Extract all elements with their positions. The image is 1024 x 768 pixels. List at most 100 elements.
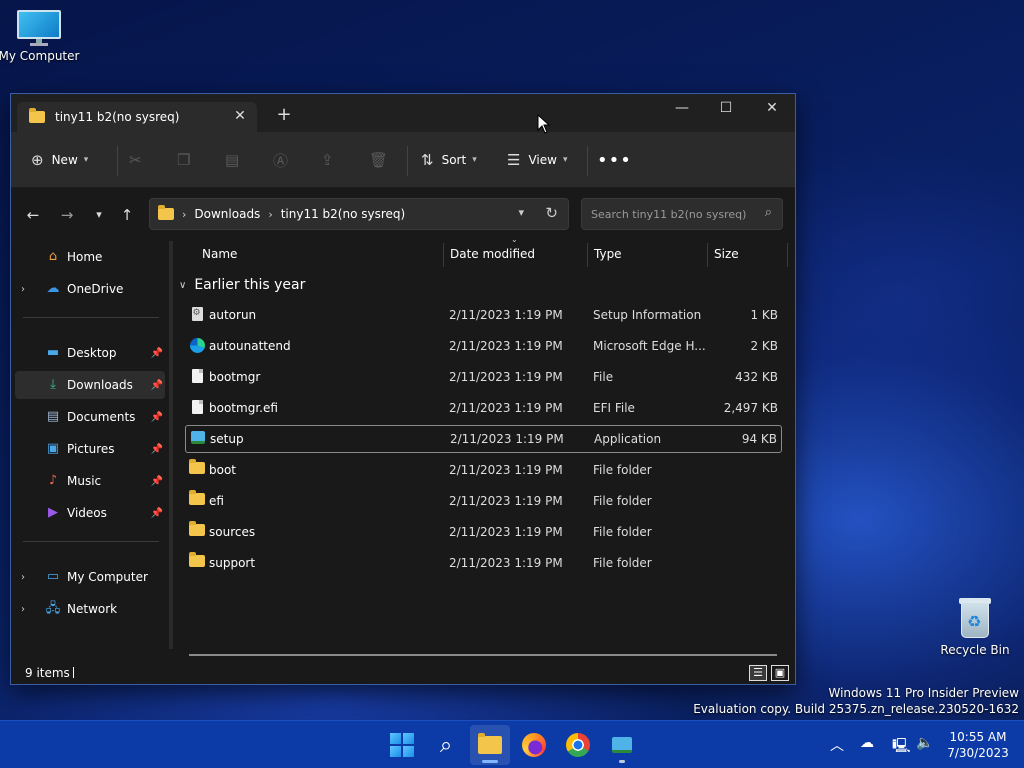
tab-current-folder[interactable]: tiny11 b2(no sysreq) ✕ xyxy=(17,102,257,132)
computer-icon: ▭ xyxy=(46,569,60,584)
clock-date: 7/30/2023 xyxy=(947,746,1009,760)
nav-divider xyxy=(23,541,159,542)
show-hidden-icons-button[interactable]: ︿ xyxy=(830,735,844,755)
file-date: 2/11/2023 1:19 PM xyxy=(450,432,564,446)
file-list: Name Date modified ⌄ Type Size ∨ Earlier… xyxy=(173,235,795,659)
file-date: 2/11/2023 1:19 PM xyxy=(449,339,563,353)
share-icon: ⇪ xyxy=(321,151,334,169)
start-button[interactable] xyxy=(382,725,422,765)
clock[interactable]: 10:55 AM 7/30/2023 xyxy=(946,729,1010,761)
new-button[interactable]: ⊕ New ▾ xyxy=(31,144,88,176)
file-row[interactable]: autorun 2/11/2023 1:19 PM Setup Informat… xyxy=(185,301,782,329)
horizontal-scrollbar[interactable] xyxy=(189,654,777,656)
column-divider[interactable] xyxy=(707,243,708,267)
nav-item-label: Videos xyxy=(67,506,107,520)
taskbar-search-button[interactable]: ⌕ xyxy=(426,725,466,765)
nav-item-network[interactable]: › 🖧 Network xyxy=(15,595,165,623)
cut-button[interactable]: ✂ xyxy=(129,144,142,176)
watermark-edition: Windows 11 Pro Insider Preview xyxy=(828,686,1019,700)
search-box[interactable]: ⌕ xyxy=(581,198,783,230)
breadcrumb-chevron-icon: › xyxy=(182,207,187,221)
file-icon xyxy=(189,369,205,385)
column-header-date-modified[interactable]: Date modified xyxy=(450,247,535,261)
nav-item-music[interactable]: ♪ Music 📌 xyxy=(15,467,165,495)
breadcrumb-current-folder[interactable]: tiny11 b2(no sysreq) xyxy=(281,207,405,221)
file-date: 2/11/2023 1:19 PM xyxy=(449,401,563,415)
column-divider[interactable] xyxy=(587,243,588,267)
taskbar-firefox[interactable] xyxy=(514,725,554,765)
paste-button[interactable]: ▤ xyxy=(225,144,239,176)
nav-item-onedrive[interactable]: › ☁ OneDrive xyxy=(15,275,165,303)
file-row[interactable]: support 2/11/2023 1:19 PM File folder xyxy=(185,549,782,577)
taskbar-file-explorer[interactable] xyxy=(470,725,510,765)
nav-item-pictures[interactable]: ▣ Pictures 📌 xyxy=(15,435,165,463)
nav-item-downloads[interactable]: ⤓ Downloads 📌 xyxy=(15,371,165,399)
file-type: File xyxy=(593,370,614,384)
desktop-icon-recycle-bin[interactable]: ♻ Recycle Bin xyxy=(930,596,1020,657)
details-view-button[interactable]: ☰ xyxy=(749,665,767,681)
folder-icon xyxy=(29,108,45,123)
nav-item-videos[interactable]: ▶ Videos 📌 xyxy=(15,499,165,527)
nav-item-documents[interactable]: ▤ Documents 📌 xyxy=(15,403,165,431)
new-tab-button[interactable]: + xyxy=(273,104,295,126)
close-tab-button[interactable]: ✕ xyxy=(231,107,249,125)
expand-chevron-icon[interactable]: › xyxy=(21,284,25,295)
nav-item-home[interactable]: ⌂ Home xyxy=(15,243,165,271)
file-name: bootmgr xyxy=(209,370,261,384)
address-bar[interactable]: › Downloads › tiny11 b2(no sysreq) ▾ ↻ xyxy=(149,198,569,230)
file-row[interactable]: boot 2/11/2023 1:19 PM File folder xyxy=(185,456,782,484)
cloud-offline-icon[interactable]: ☁ xyxy=(860,735,874,751)
file-row[interactable]: setup 2/11/2023 1:19 PM Application 94 K… xyxy=(185,425,782,453)
column-divider[interactable] xyxy=(443,243,444,267)
file-row[interactable]: efi 2/11/2023 1:19 PM File folder xyxy=(185,487,782,515)
group-header[interactable]: ∨ Earlier this year xyxy=(179,277,305,293)
up-button[interactable]: ↑ xyxy=(115,203,139,227)
column-header-type[interactable]: Type xyxy=(594,247,622,261)
column-header-name[interactable]: Name xyxy=(202,247,237,261)
file-date: 2/11/2023 1:19 PM xyxy=(449,463,563,477)
file-name: bootmgr.efi xyxy=(209,401,278,415)
file-row[interactable]: autounattend 2/11/2023 1:19 PM Microsoft… xyxy=(185,332,782,360)
network-icon[interactable]: 🖳 xyxy=(892,735,911,759)
volume-icon[interactable]: 🔈 xyxy=(916,735,933,751)
rename-button[interactable]: Ⓐ xyxy=(273,144,288,176)
maximize-button[interactable]: ☐ xyxy=(703,94,749,124)
address-dropdown-button[interactable]: ▾ xyxy=(518,206,524,219)
column-divider[interactable] xyxy=(787,243,788,267)
copy-icon: ❐ xyxy=(177,151,191,169)
nav-item-desktop[interactable]: ▬ Desktop 📌 xyxy=(15,339,165,367)
desktop-icon-my-computer[interactable]: My Computer xyxy=(0,10,84,63)
file-row[interactable]: bootmgr.efi 2/11/2023 1:19 PM EFI File 2… xyxy=(185,394,782,422)
more-options-button[interactable]: ••• xyxy=(597,144,632,176)
back-button[interactable]: ← xyxy=(21,203,45,227)
expand-chevron-icon[interactable]: › xyxy=(21,572,25,583)
sort-button[interactable]: ⇅ Sort ▾ xyxy=(421,144,477,176)
taskbar-setup-app[interactable] xyxy=(602,725,642,765)
navigation-pane: ⌂ Home › ☁ OneDrive ▬ Desktop 📌 ⤓ Downlo… xyxy=(11,239,169,659)
delete-button[interactable]: 🗑 xyxy=(369,144,388,176)
recent-locations-button[interactable]: ▾ xyxy=(87,203,111,227)
clock-time: 10:55 AM xyxy=(949,730,1007,744)
refresh-button[interactable]: ↻ xyxy=(545,204,558,222)
home-icon: ⌂ xyxy=(48,249,58,264)
file-name: support xyxy=(209,556,256,570)
file-name: efi xyxy=(209,494,224,508)
close-window-button[interactable]: ✕ xyxy=(749,94,795,124)
breadcrumb-downloads[interactable]: Downloads xyxy=(194,207,260,221)
view-button[interactable]: ☰ View ▾ xyxy=(507,144,567,176)
copy-button[interactable]: ❐ xyxy=(177,144,190,176)
file-row[interactable]: bootmgr 2/11/2023 1:19 PM File 432 KB xyxy=(185,363,782,391)
nav-item-my-computer[interactable]: › ▭ My Computer xyxy=(15,563,165,591)
expand-chevron-icon[interactable]: › xyxy=(21,604,25,615)
minimize-button[interactable]: — xyxy=(659,94,705,124)
large-icons-view-button[interactable]: ▣ xyxy=(771,665,789,681)
share-button[interactable]: ⇪ xyxy=(321,144,334,176)
title-bar[interactable]: tiny11 b2(no sysreq) ✕ + — ☐ ✕ xyxy=(11,94,795,132)
file-row[interactable]: sources 2/11/2023 1:19 PM File folder xyxy=(185,518,782,546)
recycle-bin-icon: ♻ xyxy=(957,596,993,640)
taskbar: ⌕ ︿ ☁ 🖳 🔈 10:55 AM 7/30/2023 xyxy=(0,720,1024,768)
column-header-size[interactable]: Size xyxy=(714,247,739,261)
taskbar-chrome[interactable] xyxy=(558,725,598,765)
search-input[interactable] xyxy=(591,207,756,221)
forward-button[interactable]: → xyxy=(55,203,79,227)
